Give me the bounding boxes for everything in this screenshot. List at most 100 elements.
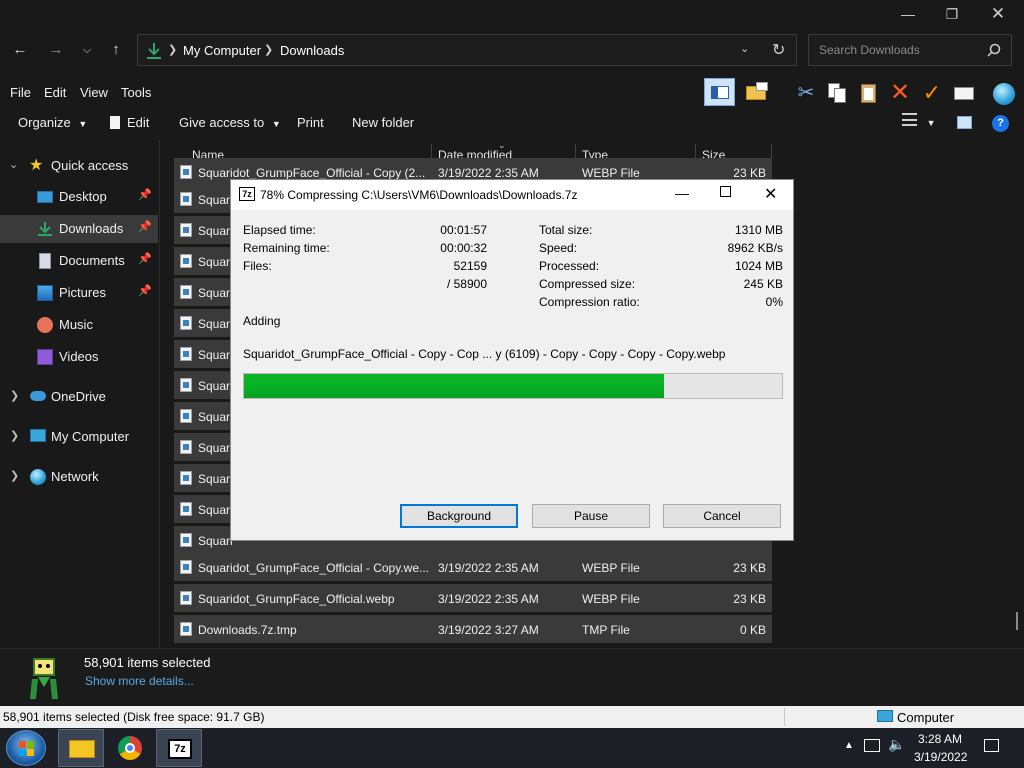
clock-time[interactable]: 3:28 AM — [918, 732, 962, 746]
maximize-button[interactable]: ❐ — [940, 4, 964, 24]
chevron-right-icon: ❯ — [10, 430, 20, 442]
forward-icon[interactable]: → — [44, 38, 68, 62]
nav-my-computer[interactable]: ❯ My Computer — [0, 423, 158, 451]
give-access-button[interactable]: Give access to ▼ — [179, 115, 281, 130]
desktop-icon — [37, 191, 53, 203]
menu-edit[interactable]: Edit — [44, 85, 66, 100]
dialog-maximize-button[interactable] — [720, 186, 731, 197]
volume-icon[interactable]: 🔈 — [888, 736, 905, 753]
dialog-close-button[interactable]: ✕ — [764, 184, 777, 204]
file-icon — [180, 192, 192, 206]
recent-locations-icon[interactable]: ⌵ — [75, 38, 99, 62]
nav-documents[interactable]: Documents 📌 — [0, 247, 158, 275]
clock-date[interactable]: 3/19/2022 — [914, 750, 967, 764]
file-icon — [180, 165, 192, 179]
start-button[interactable] — [6, 730, 46, 766]
refresh-icon[interactable]: ↻ — [772, 40, 785, 60]
nav-downloads[interactable]: Downloads 📌 — [0, 215, 158, 243]
background-button[interactable]: Background — [400, 504, 518, 528]
preview-pane-toggle-icon[interactable] — [957, 116, 972, 129]
progress-bar-fill — [244, 374, 664, 398]
menu-file[interactable]: File — [10, 85, 31, 100]
view-options-icon[interactable]: ▼ — [902, 113, 936, 129]
nav-music[interactable]: Music — [0, 311, 158, 339]
nav-quick-access[interactable]: ⌄ ★ Quick access — [0, 152, 158, 180]
file-date: 3/19/2022 2:35 AM — [438, 166, 539, 180]
delete-icon[interactable]: ✕ — [886, 80, 914, 106]
file-row[interactable]: Downloads.7z.tmp 3/19/2022 3:27 AM TMP Fil… — [174, 615, 772, 643]
chevron-down-icon: ▼ — [271, 119, 281, 129]
search-input[interactable]: Search Downloads — [808, 34, 1012, 66]
organize-button[interactable]: Organize ▼ — [18, 115, 87, 130]
file-size: 23 KB — [733, 166, 766, 180]
taskbar: 7z ▲ 🔈 3:28 AM 3/19/2022 — [0, 728, 1024, 768]
breadcrumb-separator-icon: ❯ — [264, 44, 274, 56]
address-bar[interactable]: ❯ My Computer ❯ Downloads ⌄ ↻ — [137, 34, 797, 66]
search-icon[interactable] — [987, 43, 1001, 57]
file-icon — [180, 591, 192, 605]
scrollbar[interactable] — [1016, 140, 1024, 645]
up-icon[interactable]: ↑ — [104, 38, 128, 62]
nav-videos[interactable]: Videos — [0, 343, 158, 371]
nav-label: Pictures — [59, 285, 106, 300]
file-row[interactable]: Squaridot_GrumpFace_Official.webp 3/19/20… — [174, 584, 772, 612]
files-total-value: / 58900 — [446, 277, 487, 291]
file-name: Squaridot_GrumpFace_Official - Copy.we..… — [198, 561, 429, 575]
edit-button[interactable]: Edit — [110, 115, 149, 130]
show-hidden-icons[interactable]: ▲ — [844, 740, 854, 751]
chevron-down-icon: ▼ — [78, 119, 88, 129]
copy-icon[interactable] — [824, 80, 852, 106]
compressed-size-label: Compressed size: — [539, 277, 636, 291]
nav-desktop[interactable]: Desktop 📌 — [0, 183, 158, 211]
dialog-title: 78% Compressing C:\Users\VM6\Downloads\D… — [260, 188, 578, 202]
dialog-title-bar: 7z 78% Compressing C:\Users\VM6\Download… — [231, 180, 793, 210]
file-size: 23 KB — [733, 592, 766, 606]
paste-icon[interactable] — [856, 80, 884, 106]
processed-label: Processed: — [539, 259, 600, 273]
preview-pane-icon[interactable] — [704, 78, 735, 106]
status-text: 58,901 items selected (Disk free space: … — [3, 710, 265, 724]
address-dropdown-icon[interactable]: ⌄ — [740, 42, 749, 55]
checkmark-icon[interactable]: ✓ — [918, 80, 946, 106]
menu-view[interactable]: View — [80, 85, 108, 100]
nav-network[interactable]: ❯ Network — [0, 463, 158, 491]
search-placeholder: Search Downloads — [819, 43, 920, 57]
cut-icon[interactable]: ✂ — [792, 80, 820, 106]
minimize-button[interactable]: — — [896, 4, 920, 24]
taskbar-7zip[interactable]: 7z — [156, 729, 202, 767]
menu-tools[interactable]: Tools — [121, 85, 151, 100]
email-icon[interactable] — [950, 80, 978, 106]
nav-onedrive[interactable]: ❯ OneDrive — [0, 383, 158, 411]
pause-button[interactable]: Pause — [532, 504, 650, 528]
file-icon — [180, 223, 192, 237]
breadcrumb-downloads[interactable]: Downloads — [280, 43, 344, 58]
network-status-icon[interactable] — [864, 739, 880, 752]
dialog-minimize-button[interactable]: — — [675, 185, 689, 201]
taskbar-chrome[interactable] — [108, 729, 152, 767]
breadcrumb-my-computer[interactable]: My Computer — [183, 43, 261, 58]
back-icon[interactable]: ← — [8, 38, 32, 62]
elapsed-time-value: 00:01:57 — [440, 223, 487, 237]
show-more-details-link[interactable]: Show more details... — [85, 674, 194, 688]
file-name: Downloads.7z.tmp — [198, 623, 297, 637]
nav-label: OneDrive — [51, 389, 106, 404]
chevron-down-icon: ⌄ — [9, 159, 19, 171]
properties-icon[interactable] — [744, 80, 772, 106]
file-row[interactable]: Squaridot_GrumpFace_Official - Copy.we..… — [174, 553, 772, 581]
help-icon[interactable]: ? — [992, 115, 1009, 132]
nav-label: Videos — [59, 349, 99, 364]
close-button[interactable]: ✕ — [986, 4, 1010, 24]
remaining-time-value: 00:00:32 — [440, 241, 487, 255]
edit-label: Edit — [127, 115, 150, 130]
taskbar-explorer[interactable] — [58, 729, 104, 767]
nav-label: Network — [51, 469, 99, 484]
file-icon — [180, 440, 192, 454]
cancel-button[interactable]: Cancel — [663, 504, 781, 528]
print-button[interactable]: Print — [297, 115, 324, 130]
nav-pictures[interactable]: Pictures 📌 — [0, 279, 158, 307]
file-type: TMP File — [582, 623, 630, 637]
file-name: Squaridot_GrumpFace_Official.webp — [198, 592, 395, 606]
notifications-icon[interactable] — [984, 739, 999, 752]
globe-icon[interactable] — [990, 80, 1018, 106]
new-folder-button[interactable]: New folder — [352, 115, 414, 130]
